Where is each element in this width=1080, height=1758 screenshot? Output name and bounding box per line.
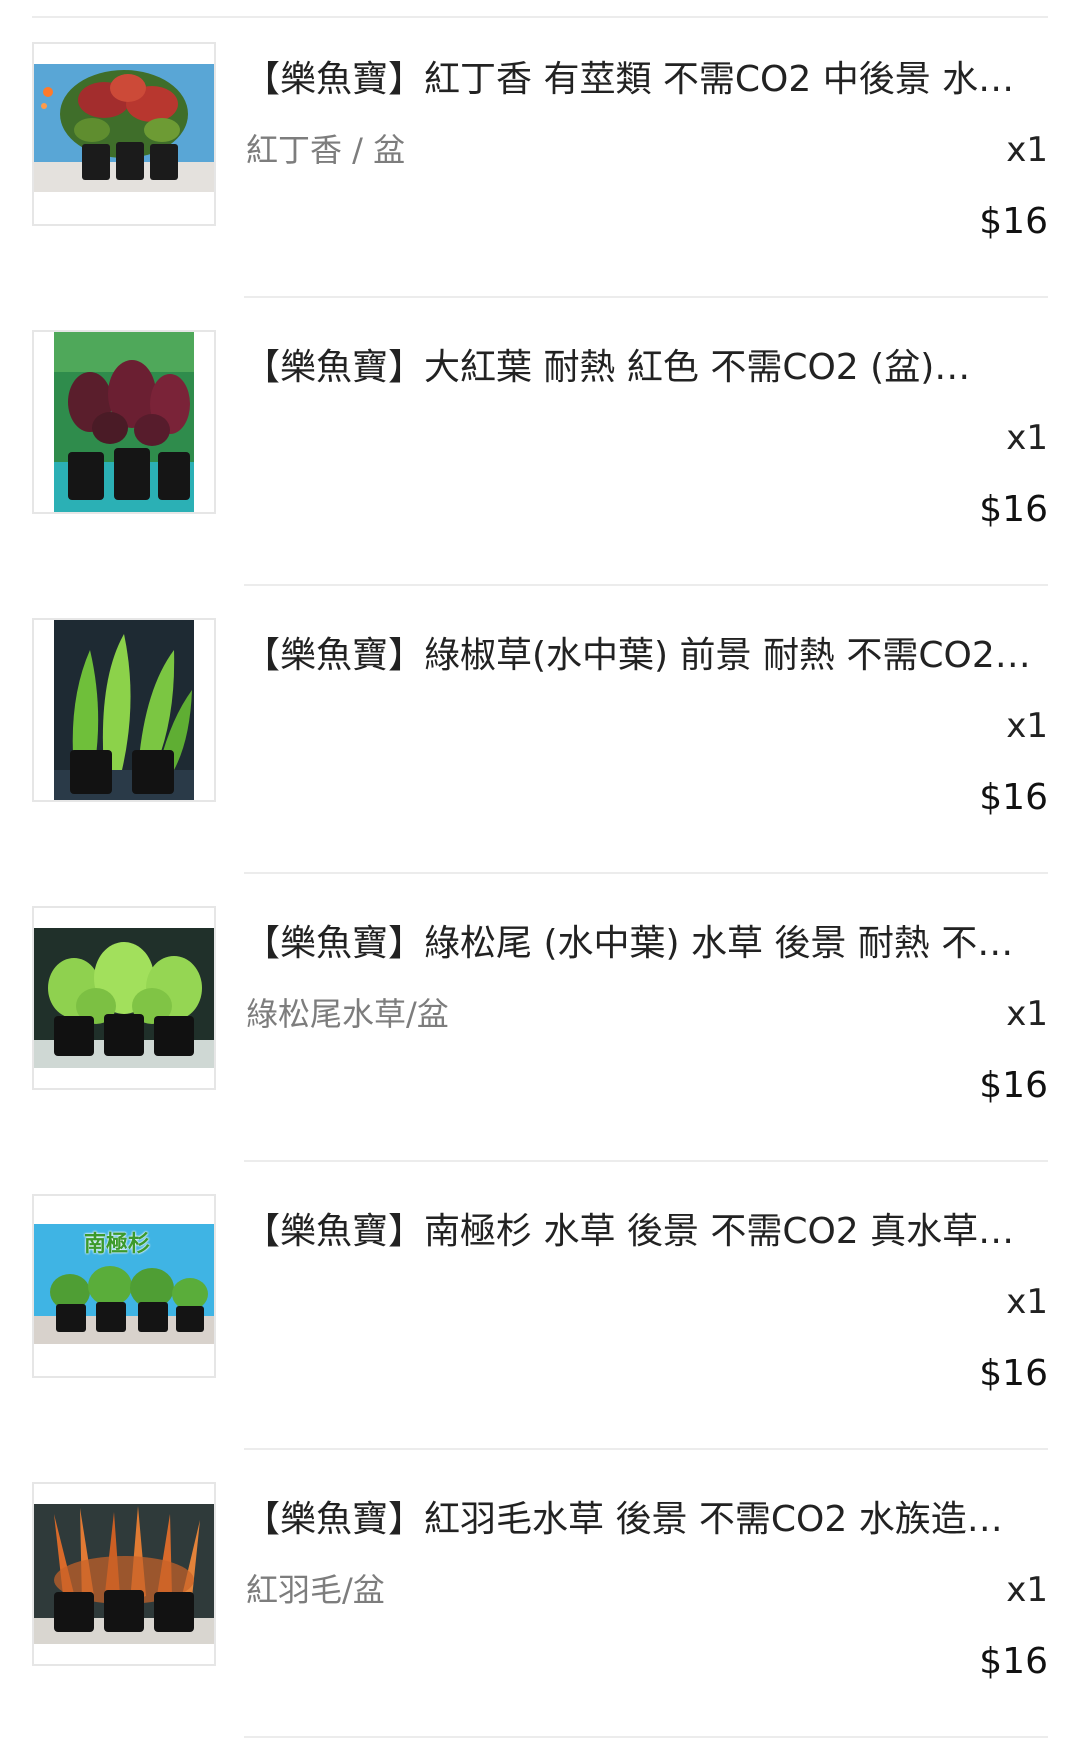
limnophila-plant-icon (34, 1224, 214, 1344)
quantity: x1 (1006, 706, 1048, 746)
order-item-3[interactable]: 【樂魚寶】綠椒草(水中葉) 前景 耐熱 不需CO2… x1 $16 (0, 586, 1080, 874)
price: $16 (979, 1353, 1048, 1394)
product-variant: 紅羽毛/盆 (246, 1571, 385, 1609)
product-title[interactable]: 【樂魚寶】南極杉 水草 後景 不需CO2 真水草… (244, 1208, 1044, 1256)
red-stem-plant-icon (34, 64, 214, 192)
product-title[interactable]: 【樂魚寶】紅羽毛水草 後景 不需CO2 水族造… (244, 1496, 1044, 1544)
quantity: x1 (1006, 1570, 1048, 1610)
green-crypt-plant-icon (54, 620, 194, 800)
pine-tail-plant-icon (34, 928, 214, 1068)
product-variant: 紅丁香 / 盆 (246, 131, 406, 169)
product-thumbnail[interactable] (32, 906, 216, 1090)
order-item-6[interactable]: 【樂魚寶】紅羽毛水草 後景 不需CO2 水族造… 紅羽毛/盆 x1 $16 (0, 1450, 1080, 1738)
product-thumbnail[interactable]: 南極杉 (32, 1194, 216, 1378)
image-caption: 南極杉 (84, 1232, 151, 1257)
quantity: x1 (1006, 1282, 1048, 1322)
product-variant: 綠松尾水草/盆 (246, 995, 449, 1033)
product-title[interactable]: 【樂魚寶】綠松尾 (水中葉) 水草 後景 耐熱 不… (244, 920, 1044, 968)
quantity: x1 (1006, 418, 1048, 458)
red-feather-plant-icon (34, 1504, 214, 1644)
product-thumbnail[interactable] (32, 42, 216, 226)
quantity: x1 (1006, 994, 1048, 1034)
price: $16 (979, 201, 1048, 242)
price: $16 (979, 1641, 1048, 1682)
quantity: x1 (1006, 130, 1048, 170)
red-leaf-plant-icon (54, 332, 194, 512)
order-item-5[interactable]: 南極杉 【樂魚寶】南極杉 水草 後景 不需CO2 真水草… x1 $16 (0, 1162, 1080, 1450)
price: $16 (979, 777, 1048, 818)
product-title[interactable]: 【樂魚寶】紅丁香 有莖類 不需CO2 中後景 水… (244, 56, 1044, 104)
product-title[interactable]: 【樂魚寶】大紅葉 耐熱 紅色 不需CO2 (盆)… (244, 344, 1044, 392)
price: $16 (979, 489, 1048, 530)
item-divider (244, 1736, 1048, 1738)
order-item-1[interactable]: 【樂魚寶】紅丁香 有莖類 不需CO2 中後景 水… 紅丁香 / 盆 x1 $16 (0, 10, 1080, 298)
product-thumbnail[interactable] (32, 330, 216, 514)
product-title[interactable]: 【樂魚寶】綠椒草(水中葉) 前景 耐熱 不需CO2… (244, 632, 1044, 680)
order-item-4[interactable]: 【樂魚寶】綠松尾 (水中葉) 水草 後景 耐熱 不… 綠松尾水草/盆 x1 $1… (0, 874, 1080, 1162)
product-thumbnail[interactable] (32, 618, 216, 802)
price: $16 (979, 1065, 1048, 1106)
product-thumbnail[interactable] (32, 1482, 216, 1666)
order-item-2[interactable]: 【樂魚寶】大紅葉 耐熱 紅色 不需CO2 (盆)… x1 $16 (0, 298, 1080, 586)
